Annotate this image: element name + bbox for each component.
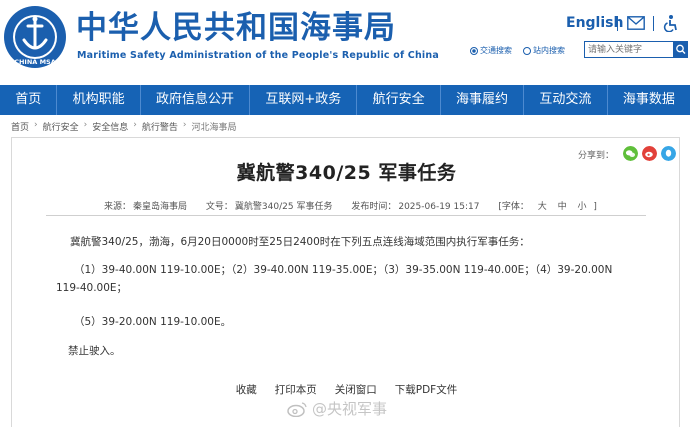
search-button[interactable] — [674, 41, 688, 58]
search-option-traffic[interactable]: 交通搜索 — [470, 45, 512, 56]
publish-date-label: 发布时间： — [351, 202, 397, 212]
breadcrumb-separator: › — [83, 120, 88, 130]
nav-home[interactable]: 首页 — [0, 85, 58, 115]
nav-maritime-data[interactable]: 海事数据 — [608, 85, 690, 115]
watermark-text: @央视军事 — [312, 400, 388, 418]
print-button[interactable]: 打印本页 — [275, 382, 317, 397]
radio-icon — [523, 46, 531, 55]
nav-internet-gov[interactable]: 互联网+政务 — [250, 85, 358, 115]
breadcrumb-nav-warnings[interactable]: 航行警告 — [142, 120, 178, 133]
weibo-watermark-icon — [287, 401, 307, 417]
meta-divider — [46, 215, 646, 216]
article-paragraph: （1）39-40.00N 119-10.00E；（2）39-40.00N 119… — [56, 264, 613, 294]
article-paragraph: 冀航警340/25，渤海，6月20日0000时至25日2400时在下列五点连线海… — [70, 236, 530, 248]
article-meta: 来源： 秦皇岛海事局 文号： 冀航警340/25 军事任务 发布时间： 2025-06… — [104, 199, 599, 212]
font-size-medium[interactable]: 中 — [558, 202, 567, 212]
nav-gov-info[interactable]: 政府信息公开 — [141, 85, 251, 115]
doc-number-value: 冀航警340/25 军事任务 — [234, 202, 333, 212]
article-title: 冀航警340/25 军事任务 — [236, 162, 457, 184]
site-header: CHINA MSA 中华人民共和国海事局 Maritime Safety Adm… — [0, 0, 690, 85]
breadcrumb-home[interactable]: 首页 — [11, 120, 29, 133]
site-subtitle: Maritime Safety Administration of the Pe… — [77, 50, 439, 61]
article-paragraph: （5）39-20.00N 119-10.00E。 — [74, 316, 232, 328]
english-link[interactable]: English — [566, 15, 623, 31]
nav-navigation-safety[interactable]: 航行安全 — [357, 85, 441, 115]
article-actions: 收藏 打印本页 关闭窗口 下载PDF文件 — [12, 382, 681, 397]
font-size-label: [字体： — [498, 202, 529, 212]
favorite-button[interactable]: 收藏 — [236, 382, 257, 397]
header-divider — [653, 16, 654, 31]
font-size-large[interactable]: 大 — [538, 202, 547, 212]
main-nav: 首页 机构职能 政府信息公开 互联网+政务 航行安全 海事履约 互动交流 海事数… — [0, 85, 690, 115]
site-title: 中华人民共和国海事局 — [76, 10, 396, 46]
breadcrumb-safety-info[interactable]: 安全信息 — [92, 120, 128, 133]
search-input[interactable] — [584, 41, 674, 58]
radio-selected-icon — [470, 46, 478, 55]
nav-maritime-compliance[interactable]: 海事履约 — [441, 85, 525, 115]
publish-date-value: 2025-06-19 15:17 — [398, 202, 480, 212]
doc-number-label: 文号： — [205, 202, 233, 212]
breadcrumb-separator: › — [34, 120, 38, 130]
font-size-small[interactable]: 小 — [578, 202, 587, 212]
svg-text:CHINA MSA: CHINA MSA — [14, 58, 56, 66]
nav-interaction[interactable]: 互动交流 — [524, 85, 608, 115]
nav-institutions[interactable]: 机构职能 — [57, 85, 141, 115]
search-option-site[interactable]: 站内搜索 — [523, 45, 565, 56]
font-size-bracket: ] — [593, 202, 597, 212]
accessibility-icon[interactable] — [661, 14, 679, 32]
breadcrumb-separator: › — [182, 120, 187, 130]
close-window-button[interactable]: 关闭窗口 — [335, 382, 377, 397]
msa-logo[interactable]: CHINA MSA — [2, 4, 68, 70]
article-paragraph: 禁止驶入。 — [68, 345, 121, 357]
breadcrumb-separator: › — [133, 120, 137, 130]
header-divider — [617, 16, 618, 31]
breadcrumb-hebei-msa: 河北海事局 — [191, 123, 237, 133]
download-pdf-button[interactable]: 下载PDF文件 — [395, 382, 457, 397]
breadcrumb-navigation-safety[interactable]: 航行安全 — [43, 120, 79, 133]
search-icon — [676, 44, 686, 54]
mail-icon[interactable] — [627, 16, 645, 30]
source-label: 来源： — [104, 202, 132, 212]
breadcrumb: 首页 › 航行安全 › 安全信息 › 航行警告 › 河北海事局 — [11, 120, 237, 133]
article-panel: 分享到： 冀航警340/25 军事任务 来源： 秦皇岛海事局 文号： 冀航警340/… — [11, 137, 680, 427]
watermark: @央视军事 — [286, 398, 387, 419]
source-value: 秦皇岛海事局 — [133, 202, 188, 212]
